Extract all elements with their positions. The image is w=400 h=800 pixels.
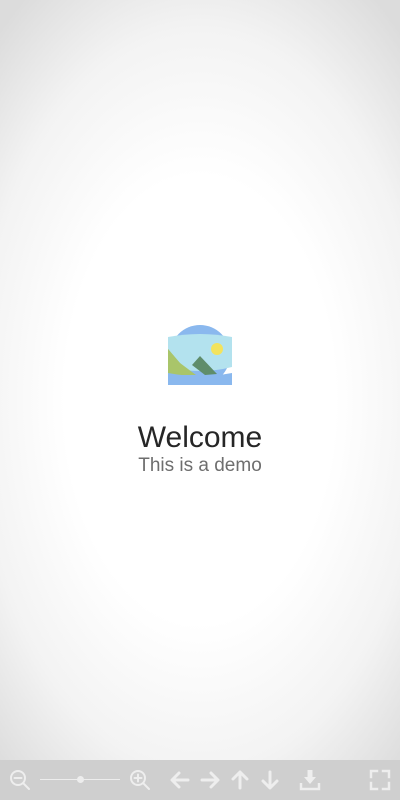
arrow-right-icon[interactable]: [198, 768, 222, 792]
zoom-in-icon[interactable]: [128, 768, 152, 792]
page-subtitle: This is a demo: [138, 455, 262, 476]
landscape-image-icon: [168, 325, 232, 385]
zoom-slider[interactable]: [40, 776, 120, 783]
arrow-up-icon[interactable]: [228, 768, 252, 792]
download-icon[interactable]: [298, 768, 322, 792]
viewer-stage: Welcome This is a demo: [0, 0, 400, 760]
zoom-slider-handle[interactable]: [77, 776, 84, 783]
fullscreen-icon[interactable]: [368, 768, 392, 792]
page-title: Welcome: [137, 421, 263, 454]
arrow-left-icon[interactable]: [168, 768, 192, 792]
arrow-down-icon[interactable]: [258, 768, 282, 792]
zoom-out-icon[interactable]: [8, 768, 32, 792]
